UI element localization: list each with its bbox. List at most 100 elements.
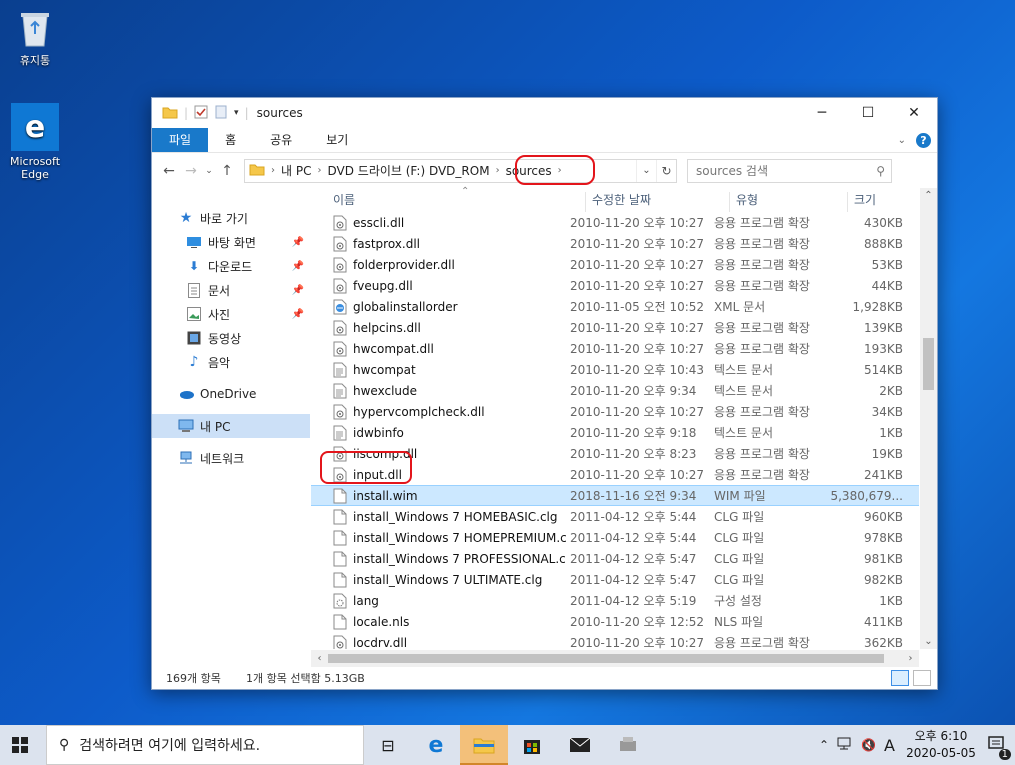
back-arrow-icon[interactable]: ← (158, 163, 180, 179)
file-row[interactable]: idwbinfo 2010-11-20 오후 9:18 텍스트 문서 1KB (311, 422, 919, 443)
taskbar-edge[interactable]: e (412, 725, 460, 765)
scroll-right-icon[interactable]: › (902, 650, 919, 667)
download-icon: ⬇ (188, 259, 200, 273)
file-row[interactable]: hwcompat.dll 2010-11-20 오후 10:27 응용 프로그램 확… (311, 338, 919, 359)
pin-icon[interactable]: 📌 (292, 285, 304, 296)
file-row[interactable]: hwcompat 2010-11-20 오후 10:43 텍스트 문서 514KB (311, 359, 919, 380)
nav-quick-access[interactable]: ★ 바로 가기 (152, 206, 310, 230)
file-row[interactable]: locdrv.dll 2010-11-20 오후 10:27 응용 프로그램 확장 3… (311, 632, 919, 649)
file-row[interactable]: fastprox.dll 2010-11-20 오후 10:27 응용 프로그램 확… (311, 233, 919, 254)
taskbar-mail[interactable] (556, 725, 604, 765)
pin-icon[interactable]: 📌 (292, 261, 304, 272)
scroll-down-icon[interactable]: ⌄ (920, 636, 937, 647)
clock[interactable]: 오후 6:10 2020-05-05 (903, 728, 979, 762)
taskbar-store[interactable] (508, 725, 556, 765)
breadcrumb-dvd-drive[interactable]: DVD 드라이브 (F:) DVD_ROM (327, 162, 489, 179)
file-row[interactable]: install_Windows 7 HOMEPREMIUM.clg 2011-04… (311, 527, 919, 548)
up-arrow-icon[interactable]: ↑ (216, 163, 238, 179)
file-row[interactable]: lang 2011-04-12 오후 5:19 구성 설정 1KB (311, 590, 919, 611)
minimize-button[interactable]: ─ (799, 98, 845, 128)
horizontal-scrollbar[interactable]: ‹ › (311, 650, 919, 667)
close-button[interactable]: ✕ (891, 98, 937, 128)
volume-muted-icon[interactable]: 🔇 (861, 738, 876, 752)
expand-ribbon-icon[interactable]: ⌄ (898, 135, 906, 146)
nav-documents[interactable]: 문서 📌 (152, 278, 310, 302)
tab-home[interactable]: 홈 (208, 128, 253, 152)
refresh-icon[interactable]: ↻ (656, 159, 676, 182)
tab-view[interactable]: 보기 (309, 128, 365, 152)
nav-music[interactable]: ♪ 음악 (152, 350, 310, 374)
column-header-name[interactable]: 이름 (331, 192, 586, 212)
scroll-thumb[interactable] (328, 654, 884, 663)
forward-arrow-icon[interactable]: → (180, 163, 202, 179)
file-row[interactable]: hypervcomplcheck.dll 2010-11-20 오후 10:27 응… (311, 401, 919, 422)
start-button[interactable] (0, 725, 40, 765)
nav-downloads[interactable]: ⬇ 다운로드 📌 (152, 254, 310, 278)
action-center-icon[interactable]: 1 (987, 735, 1011, 760)
folder-icon (162, 105, 178, 122)
column-header-type[interactable]: 유형 (730, 192, 848, 212)
file-row[interactable]: locale.nls 2010-11-20 오후 12:52 NLS 파일 411KB (311, 611, 919, 632)
nav-label: 내 PC (200, 419, 231, 434)
chevron-right-icon[interactable]: › (271, 165, 275, 176)
tab-file[interactable]: 파일 (152, 128, 209, 152)
file-row[interactable]: esscli.dll 2010-11-20 오후 10:27 응용 프로그램 확장 4… (311, 212, 919, 233)
help-icon[interactable]: ? (916, 132, 931, 148)
tab-share[interactable]: 공유 (253, 128, 309, 152)
scroll-thumb[interactable] (923, 338, 934, 390)
input-method-indicator[interactable]: A (884, 736, 895, 755)
pin-icon[interactable]: 📌 (292, 309, 304, 320)
column-header-size[interactable]: 크기 (848, 192, 923, 212)
desktop-icon-recycle-bin[interactable]: 휴지통 (5, 6, 65, 67)
address-bar[interactable]: › 내 PC › DVD 드라이브 (F:) DVD_ROM › sources… (244, 154, 677, 185)
new-folder-icon[interactable] (214, 105, 228, 122)
recent-locations-icon[interactable]: ⌄ (202, 166, 216, 176)
nav-this-pc[interactable]: 내 PC (152, 414, 310, 438)
search-box[interactable]: sources 검색 ⚲ (687, 158, 892, 183)
file-row[interactable]: install_Windows 7 PROFESSIONAL.clg 2011-0… (311, 548, 919, 569)
file-type: 응용 프로그램 확장 (714, 468, 810, 482)
scroll-up-icon[interactable]: ⌃ (920, 190, 937, 201)
file-row[interactable]: helpcins.dll 2010-11-20 오후 10:27 응용 프로그램 확… (311, 317, 919, 338)
file-row[interactable]: install.wim 2018-11-16 오전 9:34 WIM 파일 5,380… (311, 485, 919, 506)
vertical-scrollbar[interactable]: ⌃ ⌄ (920, 188, 937, 649)
desktop-icon-edge[interactable]: e Microsoft Edge (5, 103, 65, 181)
maximize-button[interactable]: ☐ (845, 98, 891, 128)
clock-time: 오후 6:10 (914, 729, 968, 743)
chevron-right-icon[interactable]: › (496, 165, 500, 176)
properties-icon[interactable] (194, 105, 208, 122)
address-dropdown-icon[interactable]: ⌄ (636, 159, 656, 182)
file-name-cell: fastprox.dll (311, 236, 566, 252)
taskbar-search[interactable]: ⚲ 검색하려면 여기에 입력하세요. (46, 725, 364, 765)
file-row[interactable]: fveupg.dll 2010-11-20 오후 10:27 응용 프로그램 확장 4… (311, 275, 919, 296)
nav-network[interactable]: 네트워크 (152, 446, 310, 470)
file-row[interactable]: install_Windows 7 HOMEBASIC.clg 2011-04-1… (311, 506, 919, 527)
scroll-left-icon[interactable]: ‹ (311, 650, 328, 667)
file-name-cell: hwexclude (311, 383, 566, 399)
file-row[interactable]: folderprovider.dll 2010-11-20 오후 10:27 응용 … (311, 254, 919, 275)
taskbar-app[interactable] (604, 725, 652, 765)
file-explorer-window: | ▾ | sources ─ ☐ ✕ 파일 홈 공유 보기 ⌄ ? ← → ⌄… (151, 97, 938, 690)
details-view-icon[interactable] (891, 670, 909, 686)
file-date: 2010-11-20 오후 8:23 (570, 447, 697, 461)
nav-desktop[interactable]: 바탕 화면 📌 (152, 230, 310, 254)
large-icons-view-icon[interactable] (913, 670, 931, 686)
file-type: 응용 프로그램 확장 (714, 636, 810, 649)
network-icon[interactable] (837, 737, 853, 754)
breadcrumb-this-pc[interactable]: 내 PC (281, 162, 311, 179)
file-row[interactable]: hwexclude 2010-11-20 오후 9:34 텍스트 문서 2KB (311, 380, 919, 401)
nav-onedrive[interactable]: OneDrive (152, 382, 310, 406)
nav-pictures[interactable]: 사진 📌 (152, 302, 310, 326)
nav-videos[interactable]: 동영상 (152, 326, 310, 350)
column-header-date[interactable]: 수정한 날짜 (586, 192, 730, 212)
taskbar-file-explorer[interactable] (460, 725, 508, 765)
show-hidden-icons[interactable]: ⌃ (819, 738, 829, 752)
customize-toolbar-icon[interactable]: ▾ (234, 108, 239, 118)
window-title: sources (256, 106, 303, 120)
chevron-right-icon[interactable]: › (317, 165, 321, 176)
pin-icon[interactable]: 📌 (292, 237, 304, 248)
task-view-button[interactable]: ⊟ (364, 725, 412, 765)
file-row[interactable]: globalinstallorder 2010-11-05 오전 10:52 XML… (311, 296, 919, 317)
file-row[interactable]: install_Windows 7 ULTIMATE.clg 2011-04-12… (311, 569, 919, 590)
search-icon[interactable]: ⚲ (876, 164, 885, 178)
